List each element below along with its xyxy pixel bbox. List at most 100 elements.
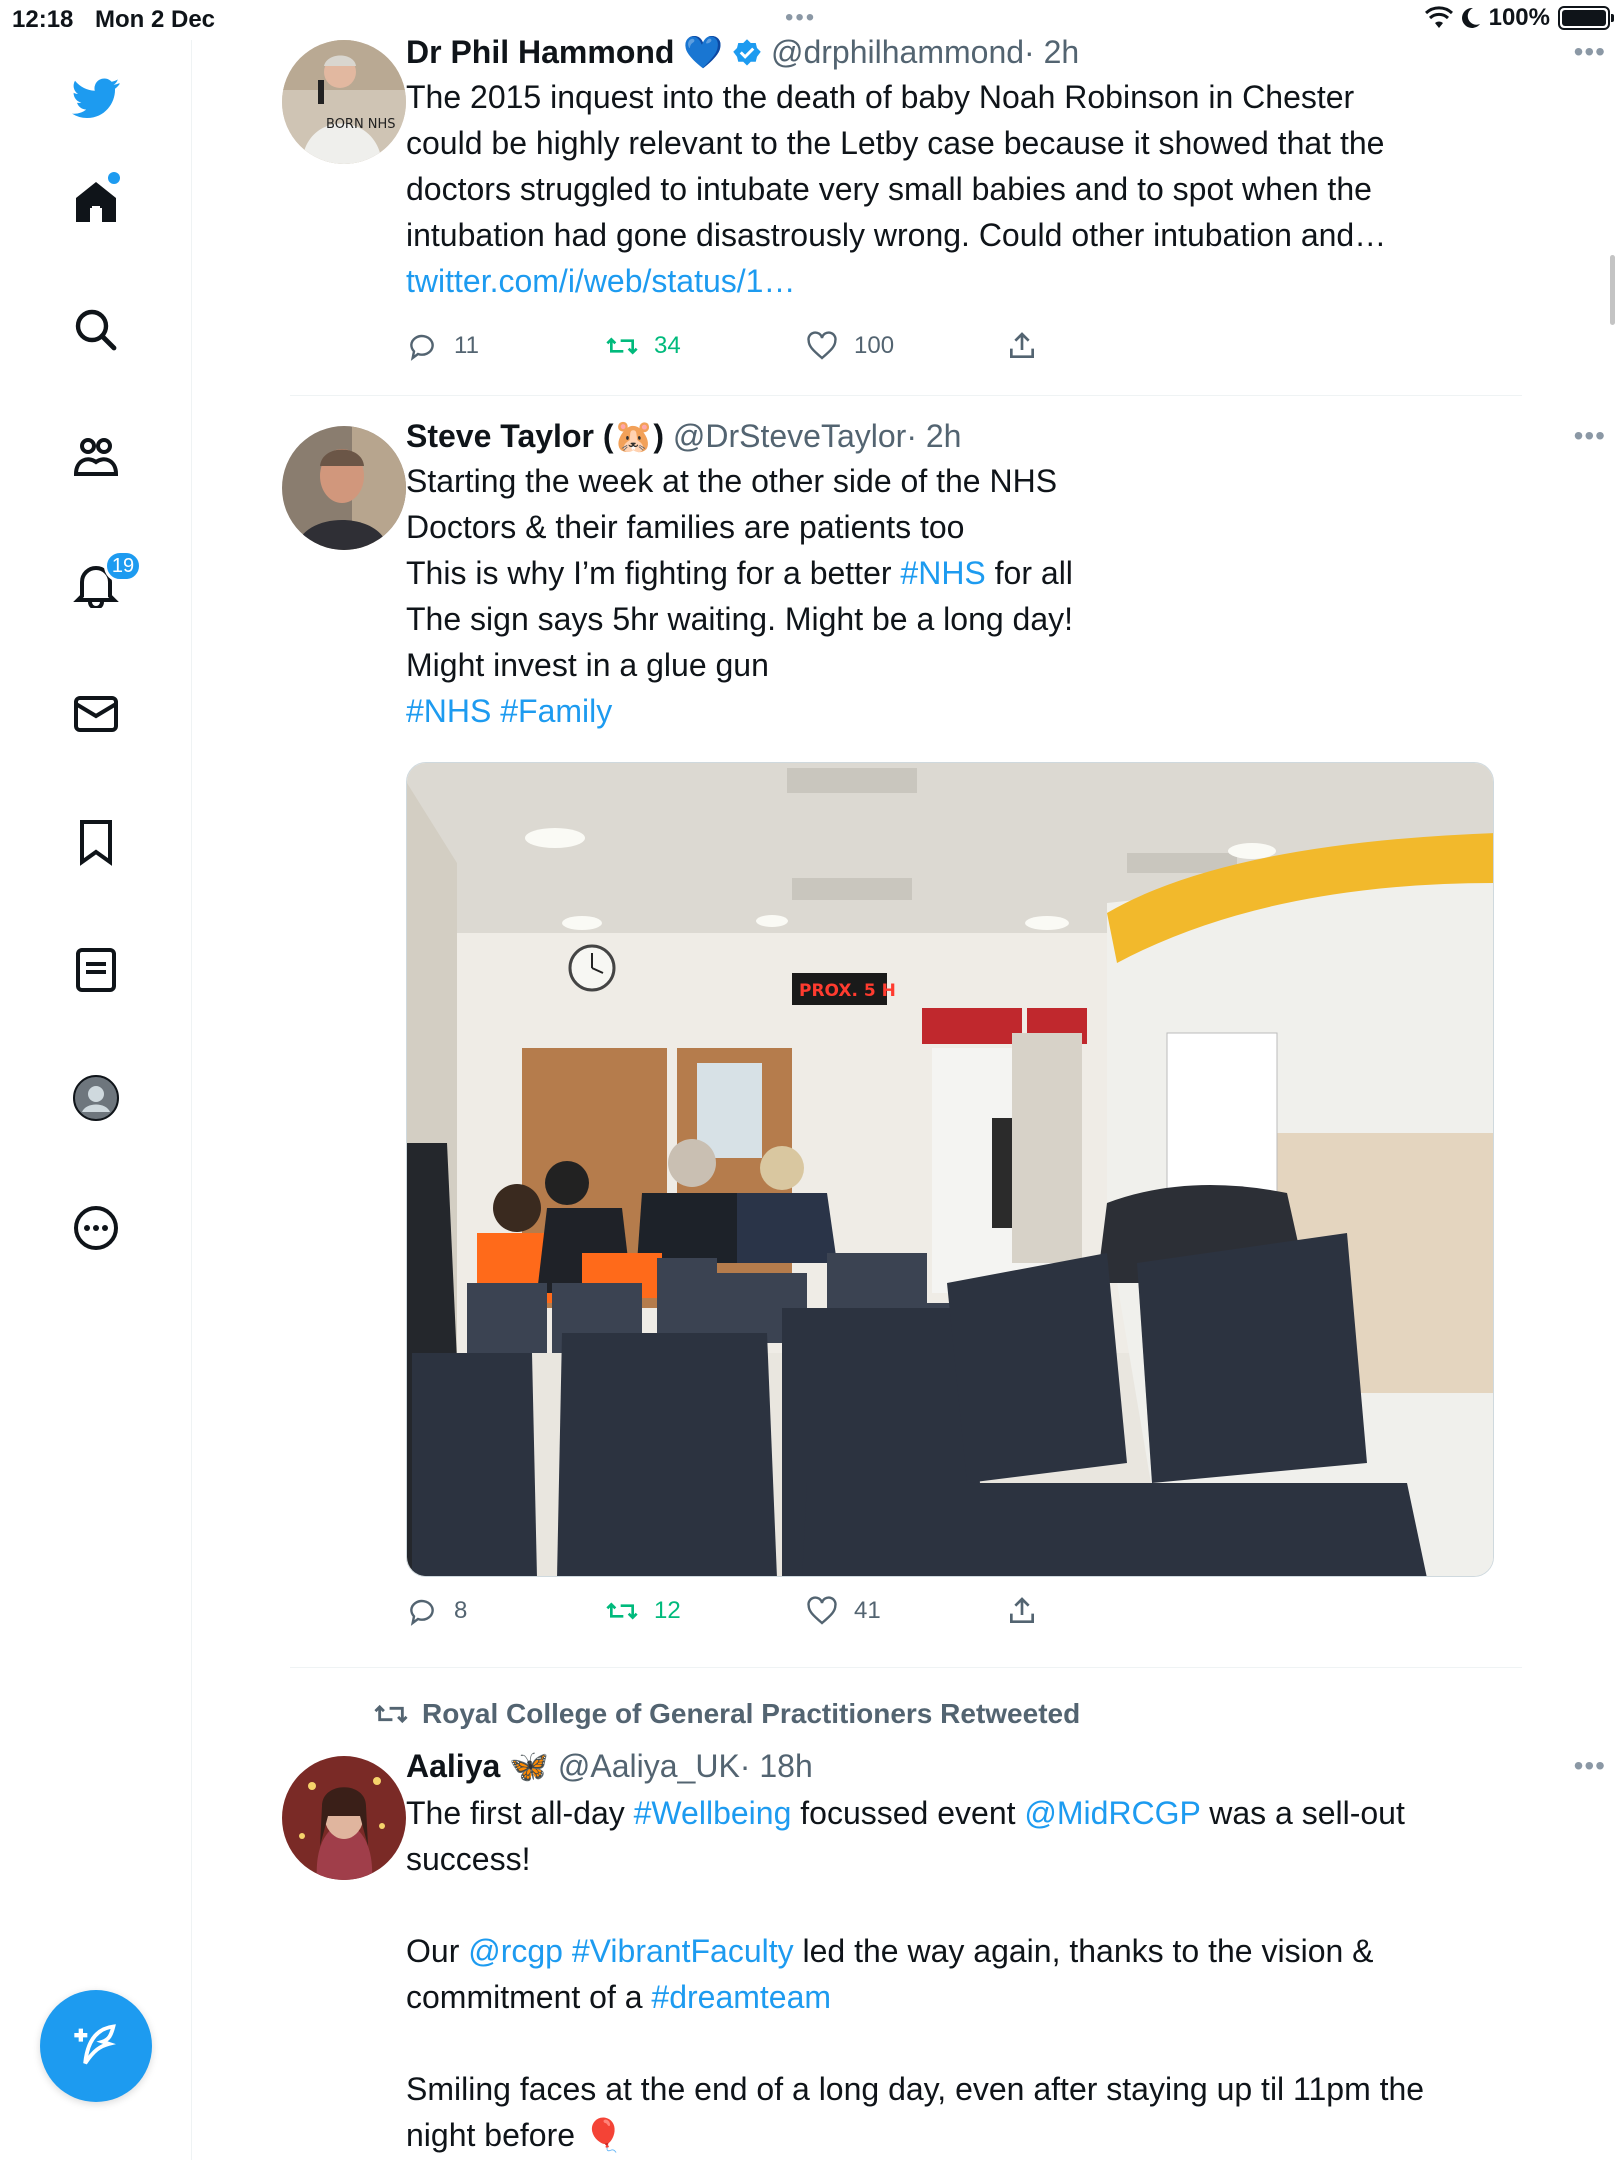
tweet-text-line: The 2015 inquest into the death of baby … (406, 79, 1355, 115)
sidebar: 19 (0, 40, 192, 2160)
sidebar-item-profile[interactable] (48, 1050, 144, 1146)
retweet-count: 12 (654, 1597, 681, 1624)
hashtag-link[interactable]: #Wellbeing (634, 1795, 792, 1831)
text-segment: commitment of a (406, 1979, 652, 2015)
hashtag-link[interactable]: #dreamteam (651, 1979, 831, 2015)
tweet-text-line: The sign says 5hr waiting. Might be a lo… (406, 601, 1074, 637)
share-button[interactable] (1006, 1595, 1038, 1627)
share-icon (1010, 1597, 1034, 1623)
sidebar-item-communities[interactable] (48, 410, 144, 506)
sidebar-item-lists[interactable] (48, 922, 144, 1018)
hashtag-link[interactable]: #NHS (900, 555, 985, 591)
author-name[interactable]: Dr Phil Hammond (406, 34, 674, 70)
bookmark-icon (80, 820, 112, 866)
tweet-text: The first all-day #Wellbeing focussed ev… (406, 1790, 1496, 2158)
text-segment: for all (985, 555, 1073, 591)
retweet-count: 34 (654, 332, 681, 359)
sidebar-item-bookmarks[interactable] (48, 794, 144, 890)
tweet-text-line: Might invest in a glue gun (406, 647, 769, 683)
tweet-more-button[interactable]: ••• (1574, 32, 1606, 72)
tweet-photo[interactable]: PROX. 5 H (406, 762, 1494, 1577)
verified-badge-icon (733, 39, 761, 66)
tweet-time[interactable]: · 2h (1024, 34, 1079, 70)
reply-icon (410, 334, 434, 361)
retweet-button[interactable]: 12 (606, 1595, 681, 1627)
communities-icon (73, 438, 119, 476)
hamster-emoji: 🐹 (613, 418, 654, 454)
reply-count: 8 (454, 1597, 468, 1624)
text-segment: led the way again, thanks to the vision … (793, 1933, 1374, 1969)
sidebar-item-home[interactable] (48, 154, 144, 250)
like-count: 100 (854, 332, 895, 359)
hashtag-link[interactable]: #VibrantFaculty (572, 1933, 794, 1969)
more-circle-icon (74, 1206, 118, 1250)
tweet-header: Dr Phil Hammond 💙 @drphilhammond· 2h ••• (406, 32, 1605, 72)
retweet-small-icon (374, 1704, 408, 1724)
twitter-bird-icon (72, 78, 120, 118)
like-button[interactable]: 100 (806, 330, 894, 362)
tweet-actions: 8 12 41 (406, 1595, 1496, 1645)
avatar-shirt-text: BORN NHS (326, 117, 396, 132)
like-count: 41 (854, 1597, 881, 1624)
reply-count: 11 (454, 332, 479, 359)
retweeted-by-text[interactable]: Royal College of General Practitioners R… (422, 1698, 1080, 1730)
timeline: BORN NHS Dr Phil Hammond 💙 @drphilhammon… (192, 0, 1605, 2160)
mention-link[interactable]: @MidRCGP (1024, 1795, 1200, 1831)
retweet-button[interactable]: 34 (606, 330, 681, 362)
tweet-more-button[interactable]: ••• (1574, 416, 1606, 456)
text-segment: The first all-day (406, 1795, 634, 1831)
sidebar-item-explore[interactable] (48, 282, 144, 378)
tweet-content: Steve Taylor (🐹) @DrSteveTaylor· 2h ••• … (406, 416, 1605, 1645)
reply-button[interactable]: 11 (406, 330, 479, 362)
envelope-icon (74, 696, 118, 732)
share-button[interactable] (1006, 330, 1038, 362)
tweet-text-line: commitment of a #dreamteam (406, 1974, 1496, 2020)
compose-feather-icon (74, 2024, 116, 2065)
tweet-header: Aaliya 🦋 @Aaliya_UK· 18h ••• (406, 1746, 1605, 1786)
tweet-text: The 2015 inquest into the death of baby … (406, 74, 1496, 304)
sidebar-item-more[interactable] (48, 1180, 144, 1276)
author-name-end: ) (653, 418, 664, 454)
tweet-content: Dr Phil Hammond 💙 @drphilhammond· 2h •••… (406, 32, 1605, 380)
avatar[interactable] (282, 1756, 406, 1880)
home-unread-dot (108, 172, 120, 184)
share-icon (1010, 332, 1034, 358)
tweet-time[interactable]: · 18h (740, 1748, 813, 1784)
scrollbar[interactable] (1610, 255, 1615, 325)
heart-emoji: 💙 (683, 34, 724, 70)
tweet-actions: 11 34 100 (406, 330, 1496, 380)
sidebar-item-notifications[interactable]: 19 (48, 536, 144, 632)
twitter-logo[interactable] (48, 50, 144, 146)
sidebar-item-messages[interactable] (48, 666, 144, 762)
like-button[interactable]: 41 (806, 1595, 881, 1627)
author-name[interactable]: Steve Taylor ( (406, 418, 613, 454)
tweet-header: Steve Taylor (🐹) @DrSteveTaylor· 2h ••• (406, 416, 1605, 456)
retweet-icon (606, 337, 638, 355)
heart-icon (807, 331, 837, 360)
tweet-text: Starting the week at the other side of t… (406, 458, 1496, 734)
hashtag-links[interactable]: #NHS #Family (406, 688, 1496, 734)
avatar[interactable] (282, 426, 406, 550)
reply-button[interactable]: 8 (406, 1595, 467, 1627)
avatar[interactable]: BORN NHS (282, 40, 406, 164)
tweet-text-line: Smiling faces at the end of a long day, … (406, 2071, 1425, 2107)
tweet-more-button[interactable]: ••• (1574, 1746, 1606, 1786)
author-handle[interactable]: @Aaliya_UK (558, 1748, 740, 1784)
compose-tweet-button[interactable] (40, 1990, 152, 2102)
butterfly-emoji: 🦋 (509, 1748, 550, 1784)
lists-icon (76, 948, 116, 992)
author-handle[interactable]: @drphilhammond (771, 34, 1024, 70)
retweet-icon (606, 1602, 638, 1620)
tweet-link[interactable]: twitter.com/i/web/status/1… (406, 258, 1496, 304)
author-handle[interactable]: @DrSteveTaylor (673, 418, 906, 454)
heart-icon (807, 1596, 837, 1625)
tweet-text-line: could be highly relevant to the Letby ca… (406, 125, 1385, 161)
mention-link[interactable]: @rcgp (468, 1933, 563, 1969)
battery-icon (1558, 6, 1614, 30)
tweet-divider (290, 395, 1522, 396)
reply-icon (410, 1599, 434, 1626)
text-segment: Our (406, 1933, 469, 1969)
text-segment: This is why I’m fighting for a better (406, 555, 901, 591)
author-name[interactable]: Aaliya (406, 1748, 500, 1784)
tweet-time[interactable]: · 2h (906, 418, 961, 454)
